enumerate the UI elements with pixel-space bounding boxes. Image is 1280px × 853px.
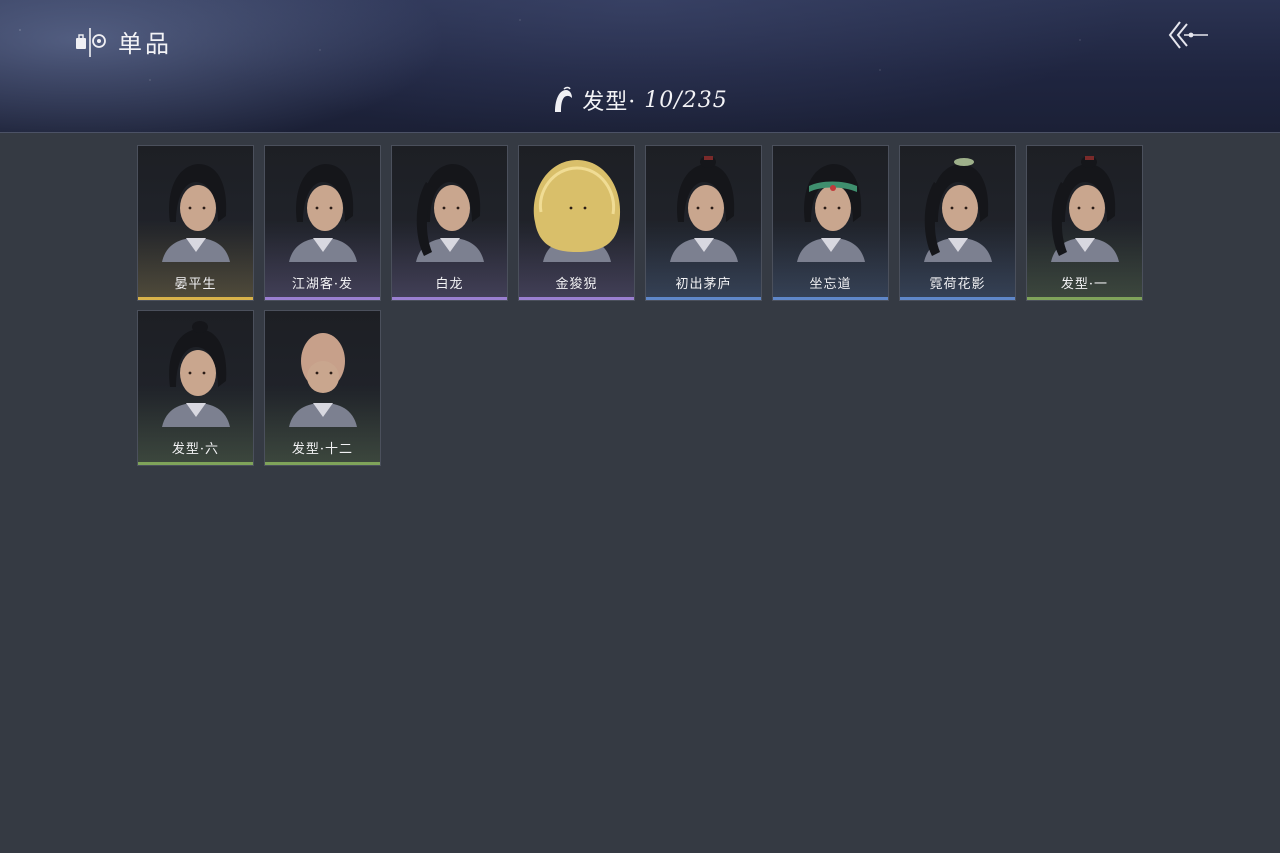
rarity-bar <box>1027 297 1142 300</box>
rarity-bar <box>265 462 380 465</box>
hairstyle-grid: 晏平生 江湖客·发 白龙 金狻猊 初出茅庐 坐忘道 霓荷花影 发型·一发型·六 发型·十二 <box>137 145 1145 466</box>
hairstyle-card[interactable]: 江湖客·发 <box>264 145 381 301</box>
hairstyle-card[interactable]: 晏平生 <box>137 145 254 301</box>
rarity-bar <box>646 297 761 300</box>
rarity-bar <box>138 297 253 300</box>
hairstyle-label: 白龙 <box>435 277 464 292</box>
hairstyle-label: 晏平生 <box>174 277 217 292</box>
rarity-bar <box>519 297 634 300</box>
hairstyle-label: 坐忘道 <box>809 277 852 292</box>
rarity-bar <box>265 297 380 300</box>
hairstyle-label: 金狻猊 <box>555 277 598 292</box>
page-title: 单品 <box>118 30 172 58</box>
rarity-bar <box>900 297 1015 300</box>
hairstyle-label: 江湖客·发 <box>291 277 354 292</box>
hairstyle-card[interactable]: 发型·六 <box>137 310 254 466</box>
hairstyle-card[interactable]: 坐忘道 <box>772 145 889 301</box>
category-heading: 发型· 10/235 <box>0 84 1280 116</box>
rarity-bar <box>138 462 253 465</box>
hairstyle-card[interactable]: 金狻猊 <box>518 145 635 301</box>
hairstyle-label: 发型·十二 <box>291 442 354 457</box>
hairstyle-label: 发型·六 <box>171 442 220 457</box>
hair-strand-icon <box>555 86 573 112</box>
wardrobe-mirror-icon <box>76 27 106 57</box>
double-chevron-back-icon <box>1168 21 1208 49</box>
brand: 单品 <box>74 24 172 59</box>
rarity-bar <box>773 297 888 300</box>
hairstyle-card[interactable]: 发型·十二 <box>264 310 381 466</box>
hairstyle-label: 初出茅庐 <box>675 277 732 292</box>
hairstyle-label: 发型·一 <box>1060 277 1109 292</box>
hairstyle-card[interactable]: 发型·一 <box>1026 145 1143 301</box>
rarity-bar <box>392 297 507 300</box>
hairstyle-card[interactable]: 白龙 <box>391 145 508 301</box>
hairstyle-label: 霓荷花影 <box>929 277 986 292</box>
hairstyle-card[interactable]: 霓荷花影 <box>899 145 1016 301</box>
back-button[interactable] <box>1164 16 1212 54</box>
category-name: 发型· <box>582 90 637 115</box>
collection-count: 10/235 <box>644 87 728 113</box>
hairstyle-card[interactable]: 初出茅庐 <box>645 145 762 301</box>
top-banner: 单品 发型· 10/235 <box>0 0 1280 133</box>
